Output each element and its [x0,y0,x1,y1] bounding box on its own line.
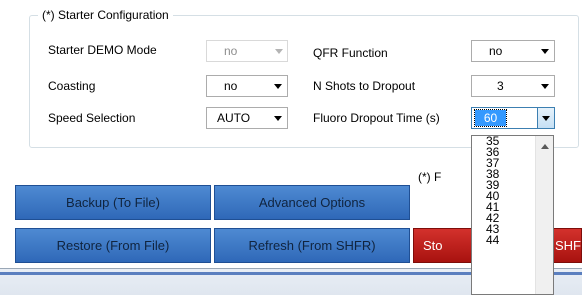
coasting-label: Coasting [48,79,96,93]
qfr-function-label: QFR Function [313,46,388,60]
dropdown-option[interactable]: 41 [472,201,535,213]
backup-button[interactable]: Backup (To File) [15,185,211,220]
dropdown-items: 35 36 37 38 39 40 41 42 43 44 [472,136,535,246]
fluoro-dropout-time-combo[interactable]: 60 [471,107,555,129]
n-shots-value: 3 [497,79,504,93]
chevron-down-icon [274,84,282,89]
chevron-down-icon [542,116,550,121]
starter-demo-mode-value: no [224,44,238,58]
dropdown-option[interactable]: 35 [472,136,535,147]
qfr-function-combo[interactable]: no [471,40,555,62]
coasting-combo[interactable]: no [206,75,288,97]
dropdown-option[interactable]: 43 [472,223,535,235]
dropdown-option[interactable]: 36 [472,146,535,158]
dropdown-scrollbar[interactable] [535,136,553,294]
speed-selection-label: Speed Selection [48,111,136,125]
n-shots-combo[interactable]: 3 [471,75,555,97]
store-button-label-end: SHF [555,238,581,253]
starter-demo-mode-label: Starter DEMO Mode [48,43,157,57]
fluoro-dropdown-button[interactable] [537,108,554,128]
qfr-function-value: no [489,44,503,58]
store-button-label: Sto [423,238,443,253]
coasting-value: no [224,79,238,93]
dropdown-option[interactable]: 44 [472,234,535,246]
chevron-down-icon [541,84,549,89]
restore-button[interactable]: Restore (From File) [15,228,211,263]
fluoro-dropdown-list[interactable]: 35 36 37 38 39 40 41 42 43 44 [471,135,554,295]
dropdown-option[interactable]: 37 [472,157,535,169]
chevron-down-icon [275,49,283,54]
starter-demo-mode-combo[interactable]: no [206,40,288,62]
footnote-text: (*) F [418,170,442,184]
group-title: (*) Starter Configuration [38,8,173,22]
fluoro-dropout-time-label: Fluoro Dropout Time (s) [313,111,440,125]
dropdown-option[interactable]: 39 [472,179,535,191]
dropdown-option[interactable]: 40 [472,190,535,202]
scroll-up-icon[interactable] [541,144,549,149]
dropdown-option[interactable]: 42 [472,212,535,224]
n-shots-to-dropout-label: N Shots to Dropout [313,79,416,93]
speed-selection-value: AUTO [217,111,251,125]
chevron-down-icon [274,116,282,121]
speed-selection-combo[interactable]: AUTO [206,107,288,129]
advanced-options-button[interactable]: Advanced Options [214,185,410,220]
refresh-button[interactable]: Refresh (From SHFR) [214,228,410,263]
dropdown-option[interactable]: 38 [472,168,535,180]
fluoro-dropout-time-value: 60 [474,109,507,127]
chevron-down-icon [541,49,549,54]
